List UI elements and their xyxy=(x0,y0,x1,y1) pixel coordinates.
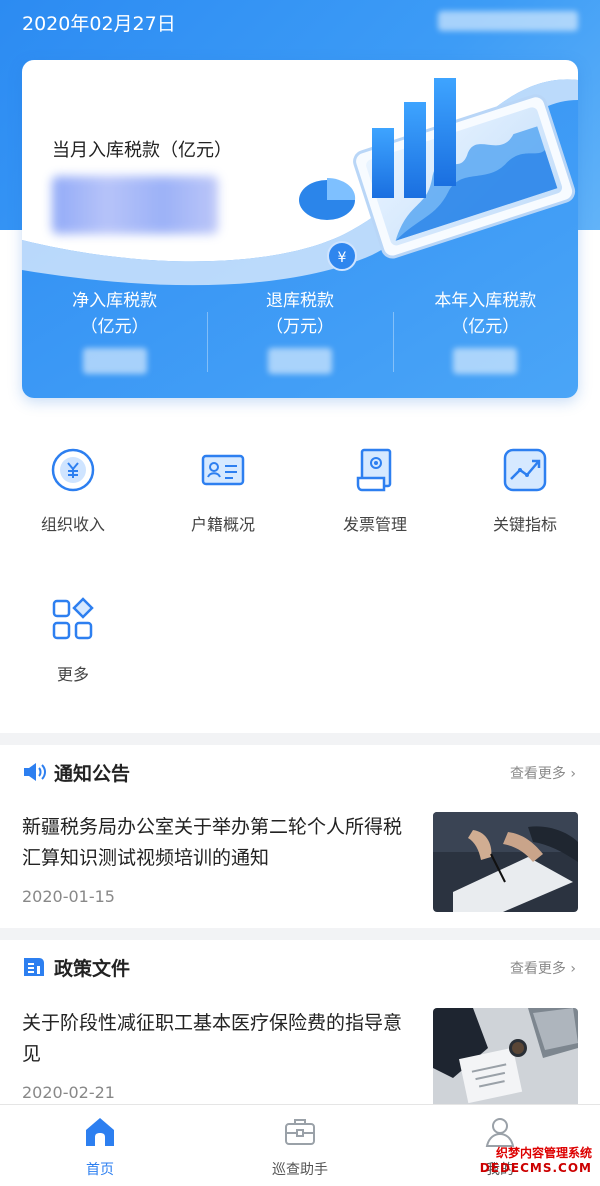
header-date: 2020年02月27日 xyxy=(22,13,176,35)
policies-more-link[interactable]: 查看更多 › xyxy=(510,958,576,978)
monthly-tax-value-redacted xyxy=(52,176,218,234)
stat-unit: （万元） xyxy=(265,317,334,337)
policies-header: 政策文件 查看更多 › xyxy=(0,942,600,992)
watermark-line1: 织梦内容管理系统 xyxy=(495,1146,592,1160)
watermark-line2: DEDECMS.COM xyxy=(479,1161,592,1175)
tab-home[interactable]: 首页 xyxy=(0,1105,200,1186)
card-title: 当月入库税款（亿元） xyxy=(52,140,232,161)
policies-title: 政策文件 xyxy=(54,958,131,980)
notices-more-link[interactable]: 查看更多 › xyxy=(510,763,576,783)
chevron-right-icon: › xyxy=(570,766,576,782)
stat-value-redacted xyxy=(453,348,518,374)
quick-item-label: 更多 xyxy=(56,665,89,684)
document-icon xyxy=(24,958,44,976)
id-card-icon xyxy=(201,454,245,486)
trend-chart-icon xyxy=(503,448,547,492)
quick-item-household[interactable]: 户籍概况 xyxy=(168,445,278,535)
coin-symbol: ¥ xyxy=(338,250,347,266)
home-icon xyxy=(86,1118,114,1146)
toolbox-icon xyxy=(285,1119,315,1145)
stat-net-tax[interactable]: 净入库税款 （亿元） xyxy=(22,288,207,388)
section-divider xyxy=(0,733,600,745)
notices-title: 通知公告 xyxy=(54,763,131,785)
megaphone-icon xyxy=(24,763,46,781)
quick-item-label: 户籍概况 xyxy=(190,515,255,534)
office-desk-photo xyxy=(433,1008,578,1108)
site-watermark: 织梦内容管理系统 DEDECMS.COM xyxy=(480,1146,592,1176)
stat-annual-tax[interactable]: 本年入库税款 （亿元） xyxy=(392,288,578,388)
stat-label: 本年入库税款 xyxy=(434,291,537,311)
user-name-redacted xyxy=(438,11,578,31)
quick-item-label: 组织收入 xyxy=(40,515,105,534)
policy-item-date: 2020-02-21 xyxy=(22,1083,115,1102)
stat-label: 退库税款 xyxy=(265,291,334,311)
signing-document-photo xyxy=(433,812,578,912)
grid-more-icon xyxy=(52,597,94,640)
section-divider xyxy=(0,928,600,940)
tax-stats: 净入库税款 （亿元） 退库税款 （万元） 本年入库税款 （亿元） xyxy=(22,288,578,388)
chevron-right-icon: › xyxy=(570,961,576,977)
more-label: 查看更多 xyxy=(509,961,566,977)
stat-unit: （亿元） xyxy=(80,317,149,337)
more-label: 查看更多 xyxy=(509,766,566,782)
tab-inspection[interactable]: 巡查助手 xyxy=(200,1105,400,1186)
tax-summary-card[interactable]: ¥ 当月入库税款（亿元） 净入库税款 （亿元） 退库税款 （万元） 本年入库税款… xyxy=(22,60,578,398)
stat-refund-tax[interactable]: 退库税款 （万元） xyxy=(207,288,392,388)
yuan-coin-icon xyxy=(51,448,95,492)
quick-item-label: 关键指标 xyxy=(492,515,557,534)
user-icon xyxy=(485,1118,515,1147)
tab-label: 巡查助手 xyxy=(272,1162,328,1178)
invoice-icon xyxy=(356,448,392,492)
notice-item-date: 2020-01-15 xyxy=(22,887,115,906)
quick-item-more[interactable]: 更多 xyxy=(18,595,128,685)
policy-item-title: 关于阶段性减征职工基本医疗保险费的指导意见 xyxy=(22,1012,403,1065)
notice-item-title: 新疆税务局办公室关于举办第二轮个人所得税汇算知识测试视频培训的通知 xyxy=(22,816,403,869)
tab-label: 首页 xyxy=(86,1162,114,1178)
stat-label: 净入库税款 xyxy=(72,291,158,311)
quick-item-revenue[interactable]: 组织收入 xyxy=(18,445,128,535)
quick-item-label: 发票管理 xyxy=(342,515,407,534)
stat-value-redacted xyxy=(82,348,147,374)
notices-header: 通知公告 查看更多 › xyxy=(0,747,600,797)
quick-item-key-indicators[interactable]: 关键指标 xyxy=(470,445,580,535)
notice-item[interactable]: 新疆税务局办公室关于举办第二轮个人所得税汇算知识测试视频培训的通知 2020-0… xyxy=(0,812,600,932)
quick-item-invoice[interactable]: 发票管理 xyxy=(320,445,430,535)
stat-unit: （亿元） xyxy=(451,317,520,337)
stat-value-redacted xyxy=(267,348,332,374)
